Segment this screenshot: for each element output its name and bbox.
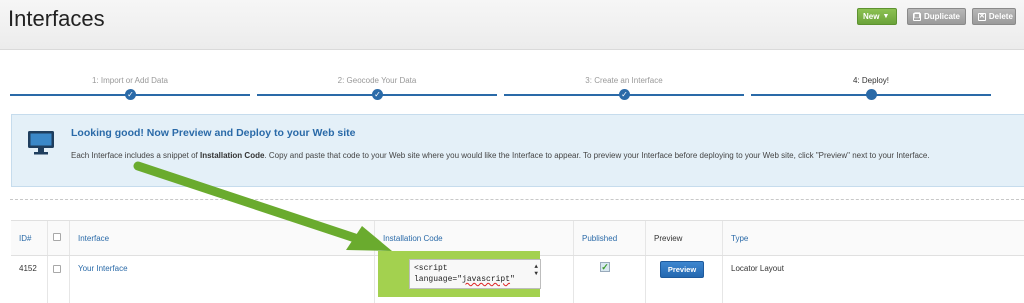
cell-interface: Your Interface	[70, 256, 375, 303]
code-line-2-a: language="	[414, 275, 463, 284]
col-code-header[interactable]: Installation Code	[375, 221, 574, 255]
select-all-checkbox[interactable]	[53, 233, 61, 241]
row-type: Locator Layout	[731, 264, 784, 273]
new-button-label: New	[863, 12, 880, 21]
app-root: Interfaces New ▼ ❐ Duplicate ✕ Delete 1:…	[0, 0, 1024, 303]
cell-published: ✓	[574, 256, 646, 303]
cell-select	[48, 256, 70, 303]
delete-button[interactable]: ✕ Delete	[972, 8, 1016, 25]
step-import[interactable]: 1: Import or Add Data ✓	[10, 70, 250, 102]
header-preview: Preview	[654, 234, 683, 243]
monitor-icon	[28, 131, 54, 155]
step-label: 1: Import or Add Data	[91, 76, 169, 85]
duplicate-button-label: Duplicate	[924, 12, 961, 21]
interface-link[interactable]: Your Interface	[78, 264, 128, 273]
new-button[interactable]: New ▼	[857, 8, 897, 25]
col-preview-header: Preview	[646, 221, 723, 255]
row-checkbox[interactable]	[53, 265, 61, 273]
current-step-dot-icon	[866, 89, 877, 100]
col-type-header[interactable]: Type	[723, 221, 1024, 255]
cell-type: Locator Layout	[723, 256, 1024, 303]
step-create-interface[interactable]: 3: Create an Interface ✓	[504, 70, 744, 102]
step-label: 3: Create an Interface	[585, 76, 663, 85]
chevron-down-icon: ▼	[882, 13, 890, 20]
check-icon: ✓	[125, 89, 136, 100]
pointer-arrow-icon	[133, 161, 392, 251]
code-line-2-c: "	[510, 275, 515, 284]
published-check-icon[interactable]: ✓	[600, 262, 610, 272]
code-line-1: <script	[414, 264, 448, 273]
step-label: 2: Geocode Your Data	[337, 76, 417, 85]
cell-preview: Preview	[646, 256, 723, 303]
code-line-2: language="javascript"	[414, 274, 536, 285]
delete-button-label: Delete	[988, 12, 1013, 21]
check-icon: ✓	[619, 89, 630, 100]
step-geocode[interactable]: 2: Geocode Your Data ✓	[257, 70, 497, 102]
duplicate-button[interactable]: ❐ Duplicate	[907, 8, 966, 25]
row-id: 4152	[19, 264, 37, 273]
col-id-header[interactable]: ID#	[11, 221, 48, 255]
header-published: Published	[582, 234, 618, 243]
page-header: Interfaces New ▼ ❐ Duplicate ✕ Delete	[0, 0, 1024, 50]
check-icon: ✓	[372, 89, 383, 100]
step-label: 4: Deploy!	[852, 76, 890, 85]
wizard-steps: 1: Import or Add Data ✓ 2: Geocode Your …	[10, 70, 995, 102]
installation-code-textarea[interactable]: <script language="javascript" ▲ ▼	[409, 259, 541, 289]
header-type: Type	[731, 234, 749, 243]
code-line-2-b: javascript	[462, 275, 511, 284]
page-title: Interfaces	[8, 6, 105, 31]
installation-code-highlight: <script language="javascript" ▲ ▼	[378, 251, 541, 297]
header-id: ID#	[19, 234, 32, 243]
header-interface: Interface	[78, 234, 110, 243]
duplicate-icon: ❐	[913, 12, 921, 21]
step-deploy[interactable]: 4: Deploy!	[751, 70, 991, 102]
cell-id: 4152	[11, 256, 48, 303]
preview-button[interactable]: Preview	[660, 261, 704, 278]
info-title: Looking good! Now Preview and Deploy to …	[71, 127, 356, 139]
col-select-all	[48, 221, 70, 255]
col-published-header[interactable]: Published	[574, 221, 646, 255]
scroll-arrows-icon[interactable]: ▲ ▼	[534, 263, 538, 277]
close-icon: ✕	[978, 12, 986, 21]
